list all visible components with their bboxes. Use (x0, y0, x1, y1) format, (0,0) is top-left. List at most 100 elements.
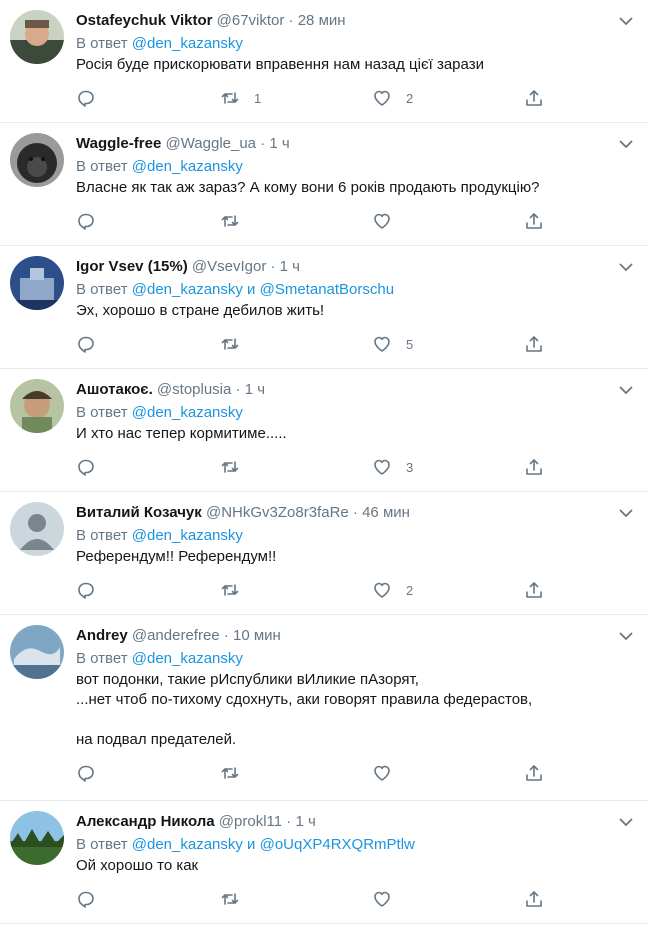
retweet-icon (221, 893, 239, 905)
like-button[interactable]: 5 (372, 333, 413, 355)
reply-button[interactable] (76, 87, 96, 109)
author-handle[interactable]: @VsevIgor (192, 258, 266, 275)
retweet-button[interactable] (220, 210, 254, 232)
mention-link[interactable]: @den_kazansky (132, 35, 243, 52)
heart-icon (374, 765, 390, 781)
like-button[interactable]: 2 (372, 579, 413, 601)
share-button[interactable] (524, 456, 544, 478)
author-handle[interactable]: @NHkGv3Zo8r3faRe (206, 504, 349, 521)
author-handle[interactable]: @67viktor (217, 12, 285, 29)
action-bar: 3 (76, 446, 632, 490)
action-bar (76, 752, 632, 796)
chevron-down-icon[interactable] (618, 506, 634, 518)
reply-icon (78, 90, 94, 107)
action-bar: 5 (76, 323, 632, 367)
retweet-button[interactable] (220, 456, 254, 478)
reply-button[interactable] (76, 333, 96, 355)
retweet-icon (221, 215, 239, 227)
avatar[interactable] (10, 625, 64, 679)
avatar[interactable] (10, 256, 64, 310)
retweet-count: 1 (254, 90, 262, 106)
reply-button[interactable] (76, 456, 96, 478)
reply-prefix: В ответ (76, 527, 128, 544)
mention-link[interactable]: @den_kazansky (132, 836, 243, 853)
tweet-time[interactable]: 1 ч (269, 135, 289, 152)
share-icon (526, 459, 542, 475)
mention-link[interactable]: @den_kazansky (132, 650, 243, 667)
like-button[interactable] (372, 210, 406, 232)
reply-button[interactable] (76, 579, 96, 601)
author-name[interactable]: Waggle-free (76, 135, 161, 152)
author-name[interactable]: Igor Vsev (15%) (76, 258, 188, 275)
retweet-button[interactable] (220, 888, 254, 910)
share-button[interactable] (524, 579, 544, 601)
avatar[interactable] (10, 502, 64, 556)
chevron-down-icon[interactable] (618, 383, 634, 395)
tweet[interactable]: Waggle-free @Waggle_ua · 1 ч В ответ @de… (0, 123, 648, 246)
chevron-down-icon[interactable] (618, 14, 634, 26)
tweet-time[interactable]: 10 мин (233, 627, 281, 644)
heart-icon (374, 582, 390, 598)
like-button[interactable] (372, 762, 406, 784)
tweet[interactable]: Виталий Козачук @NHkGv3Zo8r3faRe · 46 ми… (0, 492, 648, 615)
avatar[interactable] (10, 811, 64, 865)
author-name[interactable]: Andrey (76, 627, 128, 644)
retweet-button[interactable] (220, 333, 254, 355)
retweet-icon (221, 767, 239, 779)
reply-context: В ответ @den_kazansky (76, 401, 632, 424)
mention-link[interactable]: @den_kazansky (132, 404, 243, 421)
avatar[interactable] (10, 379, 64, 433)
like-button[interactable]: 2 (372, 87, 413, 109)
share-button[interactable] (524, 888, 544, 910)
author-name[interactable]: Александр Никола (76, 813, 215, 830)
share-button[interactable] (524, 87, 544, 109)
author-handle[interactable]: @anderefree (132, 627, 220, 644)
tweet-time[interactable]: 1 ч (295, 813, 315, 830)
chevron-down-icon[interactable] (618, 815, 634, 827)
avatar[interactable] (10, 10, 64, 64)
mention-link[interactable]: @den_kazansky (132, 158, 243, 175)
tweet-time[interactable]: 1 ч (280, 258, 300, 275)
author-name[interactable]: Ostafeychuk Viktor (76, 12, 212, 29)
author-name[interactable]: Ашотакоє. (76, 381, 153, 398)
like-button[interactable] (372, 888, 406, 910)
share-icon (526, 213, 542, 229)
tweet[interactable]: Ашотакоє. @stoplusia · 1 ч В ответ @den_… (0, 369, 648, 492)
tweet[interactable]: Ostafeychuk Viktor @67viktor · 28 мин В … (0, 0, 648, 123)
author-handle[interactable]: @Waggle_ua (165, 135, 256, 152)
tweet-time[interactable]: 28 мин (298, 12, 346, 29)
tweet[interactable]: Александр Никола @prokl11 · 1 ч В ответ … (0, 801, 648, 924)
reply-prefix: В ответ (76, 35, 128, 52)
tweet-time[interactable]: 1 ч (245, 381, 265, 398)
author-handle[interactable]: @stoplusia (157, 381, 231, 398)
avatar[interactable] (10, 133, 64, 187)
share-button[interactable] (524, 210, 544, 232)
mention-link[interactable]: @oUqXP4RXQRmPtlw (260, 836, 415, 853)
reply-icon (78, 336, 94, 353)
tweet[interactable]: Andrey @anderefree · 10 мин В ответ @den… (0, 615, 648, 801)
share-button[interactable] (524, 762, 544, 784)
reply-context: В ответ @den_kazansky и @oUqXP4RXQRmPtlw (76, 833, 632, 856)
retweet-button[interactable] (220, 579, 254, 601)
chevron-down-icon[interactable] (618, 137, 634, 149)
share-button[interactable] (524, 333, 544, 355)
reply-button[interactable] (76, 762, 96, 784)
tweet-time[interactable]: 46 мин (362, 504, 410, 521)
author-handle[interactable]: @prokl11 (219, 813, 282, 830)
tweet[interactable]: Igor Vsev (15%) @VsevIgor · 1 ч В ответ … (0, 246, 648, 369)
like-button[interactable]: 3 (372, 456, 413, 478)
heart-icon (374, 213, 390, 229)
author-name[interactable]: Виталий Козачук (76, 504, 202, 521)
reply-prefix: В ответ (76, 281, 128, 298)
reply-button[interactable] (76, 888, 96, 910)
chevron-down-icon[interactable] (618, 260, 634, 272)
mention-link[interactable]: @den_kazansky (132, 281, 243, 298)
mention-link[interactable]: @SmetanatBorschu (260, 281, 394, 298)
dot-separator: · (223, 627, 229, 644)
retweet-button[interactable] (220, 762, 254, 784)
dot-separator: · (286, 813, 292, 830)
reply-button[interactable] (76, 210, 96, 232)
retweet-button[interactable]: 1 (220, 87, 261, 109)
chevron-down-icon[interactable] (618, 629, 634, 641)
mention-link[interactable]: @den_kazansky (132, 527, 243, 544)
